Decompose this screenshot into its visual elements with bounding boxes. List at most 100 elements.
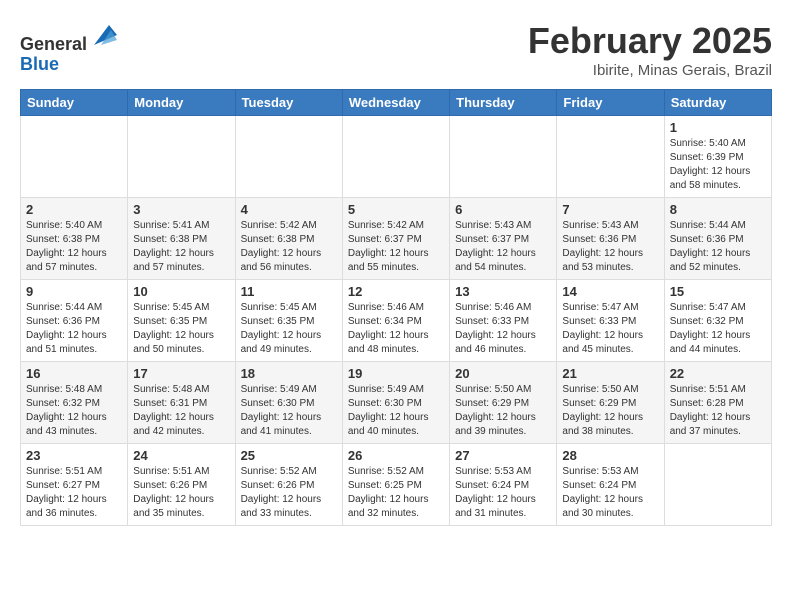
calendar-cell (557, 116, 664, 198)
calendar-cell (21, 116, 128, 198)
calendar-cell (235, 116, 342, 198)
calendar-cell (128, 116, 235, 198)
calendar-cell: 1 Sunrise: 5:40 AMSunset: 6:39 PMDaylight… (664, 116, 771, 198)
day-info: Sunrise: 5:51 AMSunset: 6:27 PMDaylight:… (26, 465, 122, 521)
calendar-cell: 22 Sunrise: 5:51 AMSunset: 6:28 PMDayligh… (664, 362, 771, 444)
calendar-cell: 24 Sunrise: 5:51 AMSunset: 6:26 PMDayligh… (128, 444, 235, 526)
week-row-2: 2Sunrise: 5:40 AMSunset: 6:38 PMDaylight… (21, 198, 772, 280)
day-header-thursday: Thursday (450, 90, 557, 116)
day-info: Sunrise: 5:43 AMSunset: 6:36 PMDaylight:… (562, 219, 658, 275)
day-number: 17 (133, 366, 229, 381)
title-area: February 2025 Ibirite, Minas Gerais, Bra… (528, 20, 772, 79)
logo: General Blue (20, 20, 119, 75)
day-number: 25 (241, 448, 337, 463)
day-info: Sunrise: 5:44 AMSunset: 6:36 PMDaylight:… (670, 219, 766, 275)
calendar-cell: 21Sunrise: 5:50 AMSunset: 6:29 PMDayligh… (557, 362, 664, 444)
logo-blue: Blue (20, 54, 59, 74)
calendar-cell: 3 Sunrise: 5:41 AMSunset: 6:38 PMDaylight… (128, 198, 235, 280)
day-number: 1 (670, 120, 766, 135)
calendar-cell: 13 Sunrise: 5:46 AMSunset: 6:33 PMDayligh… (450, 280, 557, 362)
week-row-4: 16Sunrise: 5:48 AMSunset: 6:32 PMDayligh… (21, 362, 772, 444)
calendar-cell: 16Sunrise: 5:48 AMSunset: 6:32 PMDayligh… (21, 362, 128, 444)
day-number: 24 (133, 448, 229, 463)
day-number: 3 (133, 202, 229, 217)
calendar-cell: 2Sunrise: 5:40 AMSunset: 6:38 PMDaylight… (21, 198, 128, 280)
day-info: Sunrise: 5:46 AMSunset: 6:33 PMDaylight:… (455, 301, 551, 357)
day-info: Sunrise: 5:48 AMSunset: 6:31 PMDaylight:… (133, 383, 229, 439)
calendar-cell: 18 Sunrise: 5:49 AMSunset: 6:30 PMDayligh… (235, 362, 342, 444)
day-number: 9 (26, 284, 122, 299)
day-number: 18 (241, 366, 337, 381)
week-row-5: 23 Sunrise: 5:51 AMSunset: 6:27 PMDayligh… (21, 444, 772, 526)
calendar-cell: 27 Sunrise: 5:53 AMSunset: 6:24 PMDayligh… (450, 444, 557, 526)
day-info: Sunrise: 5:50 AMSunset: 6:29 PMDaylight:… (455, 383, 551, 439)
day-info: Sunrise: 5:51 AMSunset: 6:26 PMDaylight:… (133, 465, 229, 521)
calendar-cell: 9Sunrise: 5:44 AMSunset: 6:36 PMDaylight… (21, 280, 128, 362)
calendar-cell: 6Sunrise: 5:43 AMSunset: 6:37 PMDaylight… (450, 198, 557, 280)
calendar-cell (342, 116, 449, 198)
day-header-saturday: Saturday (664, 90, 771, 116)
day-info: Sunrise: 5:49 AMSunset: 6:30 PMDaylight:… (241, 383, 337, 439)
week-row-3: 9Sunrise: 5:44 AMSunset: 6:36 PMDaylight… (21, 280, 772, 362)
calendar-cell: 26 Sunrise: 5:52 AMSunset: 6:25 PMDayligh… (342, 444, 449, 526)
day-number: 5 (348, 202, 444, 217)
day-info: Sunrise: 5:42 AMSunset: 6:37 PMDaylight:… (348, 219, 444, 275)
day-number: 27 (455, 448, 551, 463)
day-info: Sunrise: 5:40 AMSunset: 6:39 PMDaylight:… (670, 137, 766, 193)
day-info: Sunrise: 5:53 AMSunset: 6:24 PMDaylight:… (562, 465, 658, 521)
calendar-cell: 7 Sunrise: 5:43 AMSunset: 6:36 PMDaylight… (557, 198, 664, 280)
calendar-cell: 8Sunrise: 5:44 AMSunset: 6:36 PMDaylight… (664, 198, 771, 280)
day-info: Sunrise: 5:52 AMSunset: 6:26 PMDaylight:… (241, 465, 337, 521)
week-row-1: 1 Sunrise: 5:40 AMSunset: 6:39 PMDaylight… (21, 116, 772, 198)
calendar-cell: 23 Sunrise: 5:51 AMSunset: 6:27 PMDayligh… (21, 444, 128, 526)
day-info: Sunrise: 5:50 AMSunset: 6:29 PMDaylight:… (562, 383, 658, 439)
calendar-table: SundayMondayTuesdayWednesdayThursdayFrid… (20, 89, 772, 526)
calendar-subtitle: Ibirite, Minas Gerais, Brazil (528, 62, 772, 79)
day-number: 14 (562, 284, 658, 299)
day-info: Sunrise: 5:45 AMSunset: 6:35 PMDaylight:… (133, 301, 229, 357)
day-number: 6 (455, 202, 551, 217)
day-info: Sunrise: 5:51 AMSunset: 6:28 PMDaylight:… (670, 383, 766, 439)
logo-general: General (20, 34, 87, 54)
calendar-cell: 5 Sunrise: 5:42 AMSunset: 6:37 PMDaylight… (342, 198, 449, 280)
day-info: Sunrise: 5:47 AMSunset: 6:33 PMDaylight:… (562, 301, 658, 357)
day-header-tuesday: Tuesday (235, 90, 342, 116)
calendar-cell: 20 Sunrise: 5:50 AMSunset: 6:29 PMDayligh… (450, 362, 557, 444)
calendar-cell: 14 Sunrise: 5:47 AMSunset: 6:33 PMDayligh… (557, 280, 664, 362)
calendar-cell (664, 444, 771, 526)
day-number: 10 (133, 284, 229, 299)
logo-icon (89, 20, 119, 50)
day-number: 4 (241, 202, 337, 217)
calendar-cell: 11 Sunrise: 5:45 AMSunset: 6:35 PMDayligh… (235, 280, 342, 362)
day-info: Sunrise: 5:52 AMSunset: 6:25 PMDaylight:… (348, 465, 444, 521)
calendar-cell: 12Sunrise: 5:46 AMSunset: 6:34 PMDayligh… (342, 280, 449, 362)
day-info: Sunrise: 5:49 AMSunset: 6:30 PMDaylight:… (348, 383, 444, 439)
day-number: 11 (241, 284, 337, 299)
day-info: Sunrise: 5:48 AMSunset: 6:32 PMDaylight:… (26, 383, 122, 439)
day-number: 26 (348, 448, 444, 463)
calendar-title: February 2025 (528, 20, 772, 62)
days-header-row: SundayMondayTuesdayWednesdayThursdayFrid… (21, 90, 772, 116)
calendar-cell (450, 116, 557, 198)
day-number: 13 (455, 284, 551, 299)
day-number: 15 (670, 284, 766, 299)
day-info: Sunrise: 5:47 AMSunset: 6:32 PMDaylight:… (670, 301, 766, 357)
day-info: Sunrise: 5:42 AMSunset: 6:38 PMDaylight:… (241, 219, 337, 275)
day-info: Sunrise: 5:41 AMSunset: 6:38 PMDaylight:… (133, 219, 229, 275)
day-number: 7 (562, 202, 658, 217)
day-number: 22 (670, 366, 766, 381)
day-header-wednesday: Wednesday (342, 90, 449, 116)
calendar-cell: 4 Sunrise: 5:42 AMSunset: 6:38 PMDaylight… (235, 198, 342, 280)
calendar-cell: 25 Sunrise: 5:52 AMSunset: 6:26 PMDayligh… (235, 444, 342, 526)
calendar-cell: 19Sunrise: 5:49 AMSunset: 6:30 PMDayligh… (342, 362, 449, 444)
header: General Blue February 2025 Ibirite, Mina… (20, 20, 772, 79)
calendar-cell: 28Sunrise: 5:53 AMSunset: 6:24 PMDayligh… (557, 444, 664, 526)
day-header-friday: Friday (557, 90, 664, 116)
day-info: Sunrise: 5:45 AMSunset: 6:35 PMDaylight:… (241, 301, 337, 357)
day-number: 23 (26, 448, 122, 463)
day-number: 20 (455, 366, 551, 381)
day-header-monday: Monday (128, 90, 235, 116)
day-info: Sunrise: 5:40 AMSunset: 6:38 PMDaylight:… (26, 219, 122, 275)
calendar-cell: 10 Sunrise: 5:45 AMSunset: 6:35 PMDayligh… (128, 280, 235, 362)
day-info: Sunrise: 5:53 AMSunset: 6:24 PMDaylight:… (455, 465, 551, 521)
